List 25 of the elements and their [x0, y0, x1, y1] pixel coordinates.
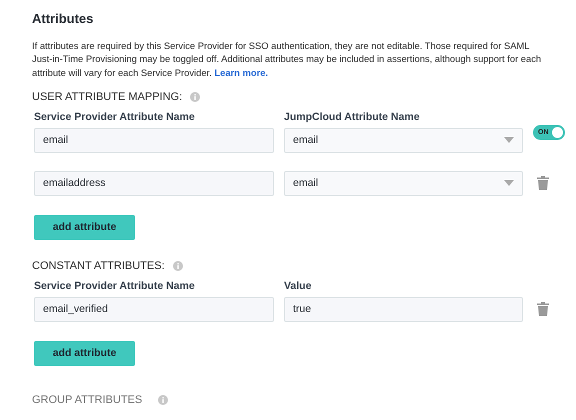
section-heading: GROUP ATTRIBUTES — [32, 394, 142, 406]
column-header: Service Provider Attribute Name — [34, 280, 196, 292]
info-icon[interactable] — [172, 260, 183, 271]
section-title: Attributes — [32, 11, 94, 26]
attribute-name-field[interactable]: email — [34, 128, 274, 153]
column-header: JumpCloud Attribute Name — [284, 111, 421, 124]
section-heading: USER ATTRIBUTE MAPPING: — [32, 90, 182, 103]
add-attribute-button[interactable]: add attribute — [34, 214, 135, 240]
attribute-name-field[interactable]: email_verified — [34, 296, 274, 322]
caret-icon — [504, 180, 514, 186]
add-attribute-button[interactable]: add attribute — [34, 340, 135, 366]
description-text: If attributes are required by this Service Provider for SSO authentication, they are not editable. Those required for SAML Just-in-Time Provisioning may be toggled off. Additional attributes may be included in assertions, although support for each attribute will vary for each Service Provider. Learn more. — [32, 39, 542, 79]
attribute-select[interactable]: email — [284, 170, 523, 196]
info-icon[interactable] — [190, 92, 200, 102]
column-header: Value — [284, 280, 312, 292]
attribute-name-field[interactable]: emailaddress — [34, 170, 274, 196]
column-header: Service Provider Attribute Name — [34, 111, 196, 124]
section-heading: CONSTANT ATTRIBUTES: — [32, 260, 165, 272]
trash-icon[interactable] — [537, 176, 549, 190]
info-icon[interactable] — [158, 394, 168, 405]
trash-icon[interactable] — [537, 302, 549, 316]
attribute-select[interactable]: email — [284, 128, 523, 153]
learn-more-link[interactable]: Learn more. — [214, 66, 268, 78]
value-field[interactable]: true — [284, 296, 523, 322]
caret-icon — [504, 137, 514, 144]
